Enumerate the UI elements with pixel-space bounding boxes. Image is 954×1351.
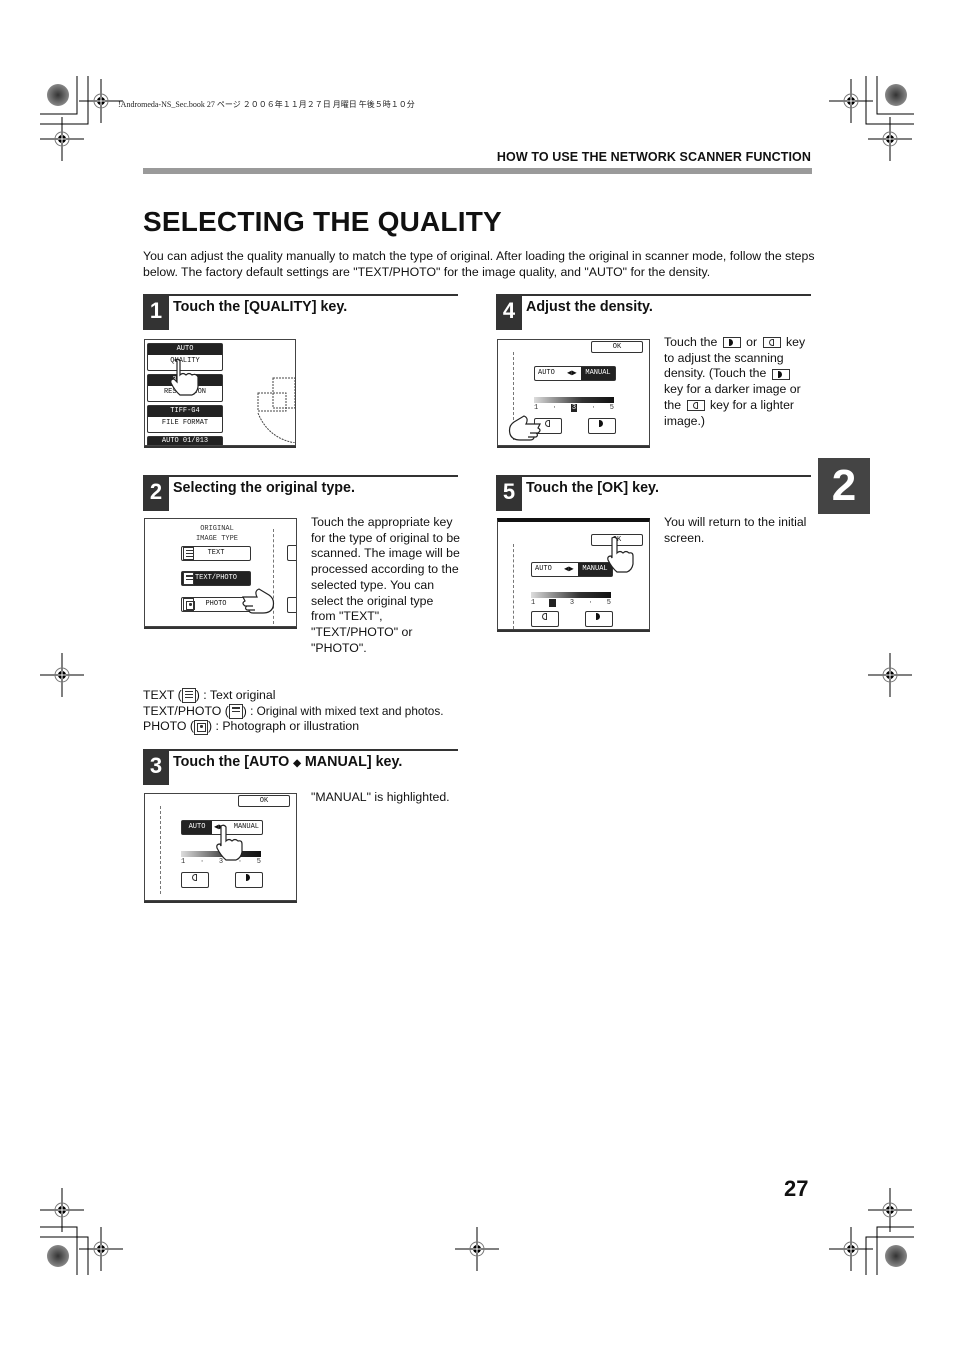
registration-mark-icon <box>867 652 913 698</box>
step-number: 2 <box>143 477 169 511</box>
print-header: !Andromeda-NS_Sec.book 27 ページ ２００６年１１月２７… <box>118 100 415 109</box>
file-format-key[interactable]: TIFF-G4 FILE FORMAT <box>147 405 223 433</box>
lighter-key[interactable] <box>531 611 559 627</box>
density-scale-labels: 1 · 3 · 5 <box>531 599 611 607</box>
image-type-legend: TEXT () : Text original TEXT/PHOTO () : … <box>143 688 444 735</box>
step-2-header: 2 Selecting the original type. <box>143 475 458 511</box>
step-title: Adjust the density. <box>526 299 653 315</box>
screen-heading: IMAGE TYPE <box>195 535 238 543</box>
step-title: Touch the [AUTO ◆ MANUAL] key. <box>173 754 403 770</box>
registration-mark-icon <box>867 1187 913 1233</box>
pointing-hand-icon <box>216 824 243 861</box>
auto-manual-key[interactable]: AUTO ◀▶ MANUAL <box>534 366 616 381</box>
text-icon <box>183 547 194 560</box>
pointing-hand-icon <box>508 415 541 441</box>
step-5-header: 5 Touch the [OK] key. <box>496 475 811 511</box>
original-key[interactable]: AUTO 01/013 <box>147 436 223 445</box>
page-number: 27 <box>784 1176 809 1201</box>
scanner-illustration-icon <box>257 377 295 443</box>
legend-item: TEXT () : Text original <box>143 688 276 704</box>
step-3-header: 3 Touch the [AUTO ◆ MANUAL] key. <box>143 749 458 785</box>
color-target-icon <box>47 1245 69 1267</box>
chapter-tab: 2 <box>818 458 870 514</box>
photo-icon <box>183 598 195 611</box>
step-title: Touch the [QUALITY] key. <box>173 299 348 315</box>
legend-item: PHOTO () : Photograph or illustration <box>143 719 360 735</box>
step-number: 1 <box>143 296 169 330</box>
lighter-icon <box>187 873 203 882</box>
lighter-key-icon <box>686 400 705 412</box>
darker-key-icon <box>771 368 790 380</box>
step-number: 5 <box>496 477 522 511</box>
registration-mark-icon <box>78 78 124 124</box>
step-4-description: Touch the or key to adjust the scanning … <box>664 335 806 428</box>
color-target-icon <box>47 84 69 106</box>
lighter-key-icon <box>762 337 781 349</box>
step-number: 3 <box>143 751 169 785</box>
step-number: 4 <box>496 296 522 330</box>
lighter-icon <box>537 612 553 621</box>
left-right-arrow-icon: ◀▶ <box>567 369 577 378</box>
photo-icon <box>194 719 209 735</box>
registration-mark-icon <box>39 1187 85 1233</box>
step-5-screen: OK AUTO ◀▶ MANUAL 1·3·5 <box>497 518 650 630</box>
intro-paragraph: You can adjust the quality manually to m… <box>143 249 815 279</box>
step-4-header: 4 Adjust the density. <box>496 294 811 330</box>
registration-mark-icon <box>39 652 85 698</box>
lighter-icon <box>540 419 556 428</box>
text-icon <box>181 688 196 704</box>
density-level-indicator: · <box>549 599 556 607</box>
left-right-arrow-icon: ◆ <box>293 758 301 769</box>
darker-icon <box>594 419 610 428</box>
pointing-hand-icon <box>607 536 634 573</box>
density-level-indicator: 3 <box>570 404 578 412</box>
density-scale-bar <box>531 592 611 598</box>
crop-marks <box>39 76 914 1275</box>
legend-item: TEXT/PHOTO () : Original with mixed text… <box>143 703 444 719</box>
pointing-hand-icon <box>242 588 275 614</box>
darker-key[interactable] <box>585 611 613 627</box>
section-title: HOW TO USE THE NETWORK SCANNER FUNCTION <box>496 150 811 164</box>
color-target-icon <box>885 1245 907 1267</box>
step-1-header: 1 Touch the [QUALITY] key. <box>143 294 458 330</box>
density-scale-labels: 1 · 3 · 5 <box>534 404 614 412</box>
lighter-key[interactable] <box>181 872 209 888</box>
darker-icon <box>591 612 607 621</box>
step-1-screen: AUTO QUALITY 300dpi RESOLUTION TIFF-G4 F… <box>144 339 296 446</box>
density-scale-bar <box>534 397 614 403</box>
page-title: SELECTING THE QUALITY <box>143 206 502 237</box>
step-2-description: Touch the appropriate key for the type o… <box>311 515 461 655</box>
darker-icon <box>241 873 257 882</box>
step-title: Selecting the original type. <box>173 480 355 496</box>
screen-heading: ORIGINAL <box>200 525 234 533</box>
step-2-screen: ORIGINAL IMAGE TYPE TEXT TEXT/PHOTO PHOT… <box>144 518 297 627</box>
text-option-key[interactable]: TEXT <box>181 546 251 561</box>
text-photo-option-key[interactable]: TEXT/PHOTO <box>181 571 251 586</box>
darker-key-icon <box>722 337 741 349</box>
step-title: Touch the [OK] key. <box>526 480 659 496</box>
text-photo-icon <box>183 572 194 585</box>
darker-key[interactable] <box>235 872 263 888</box>
left-right-arrow-icon: ◀▶ <box>564 565 574 574</box>
step-3-description: "MANUAL" is highlighted. <box>311 790 450 804</box>
step-3-screen: OK AUTO ◀▶ MANUAL 1 · 3 · 5 <box>144 793 297 901</box>
ok-key[interactable]: OK <box>238 795 290 807</box>
darker-key[interactable] <box>588 418 616 434</box>
auto-manual-key[interactable]: AUTO ◀▶ MANUAL <box>531 562 613 577</box>
registration-mark-icon <box>78 1226 124 1272</box>
text-photo-icon <box>228 703 243 719</box>
step-4-screen: OK AUTO ◀▶ MANUAL 1 · 3 · 5 <box>497 339 650 446</box>
pointing-hand-icon <box>170 358 199 396</box>
ok-key[interactable]: OK <box>591 341 643 353</box>
header-rule <box>143 168 812 174</box>
step-5-description: You will return to the initial screen. <box>664 515 807 545</box>
color-target-icon <box>885 84 907 106</box>
registration-mark-icon <box>454 1226 500 1272</box>
